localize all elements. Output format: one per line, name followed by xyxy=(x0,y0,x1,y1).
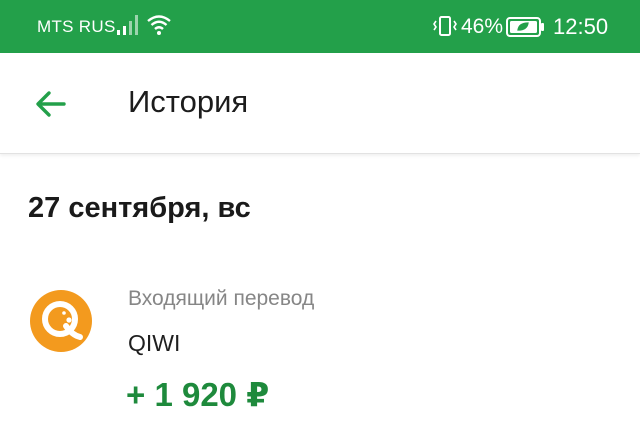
page-title: История xyxy=(128,84,249,119)
wifi-icon xyxy=(147,15,171,35)
date-header: 27 сентября, вс xyxy=(28,192,251,224)
transaction-row[interactable]: Входящий перевод QIWI + 1 920 ₽ xyxy=(0,268,640,433)
signal-icon xyxy=(117,15,138,35)
transaction-type: Входящий перевод xyxy=(128,287,315,310)
vibrate-icon xyxy=(433,16,457,36)
transaction-amount: + 1 920 ₽ xyxy=(126,376,270,413)
clock: 12:50 xyxy=(553,14,609,39)
qiwi-logo-icon xyxy=(30,290,92,352)
arrow-back-icon[interactable] xyxy=(32,87,68,121)
app-bar: История xyxy=(0,53,640,154)
status-bar: MTS RUS 46% 12:50 xyxy=(0,0,640,53)
carrier-name: MTS RUS xyxy=(37,17,116,36)
battery-charging-icon xyxy=(506,17,544,37)
battery-percent: 46% xyxy=(461,15,504,38)
transaction-name: QIWI xyxy=(128,330,181,356)
